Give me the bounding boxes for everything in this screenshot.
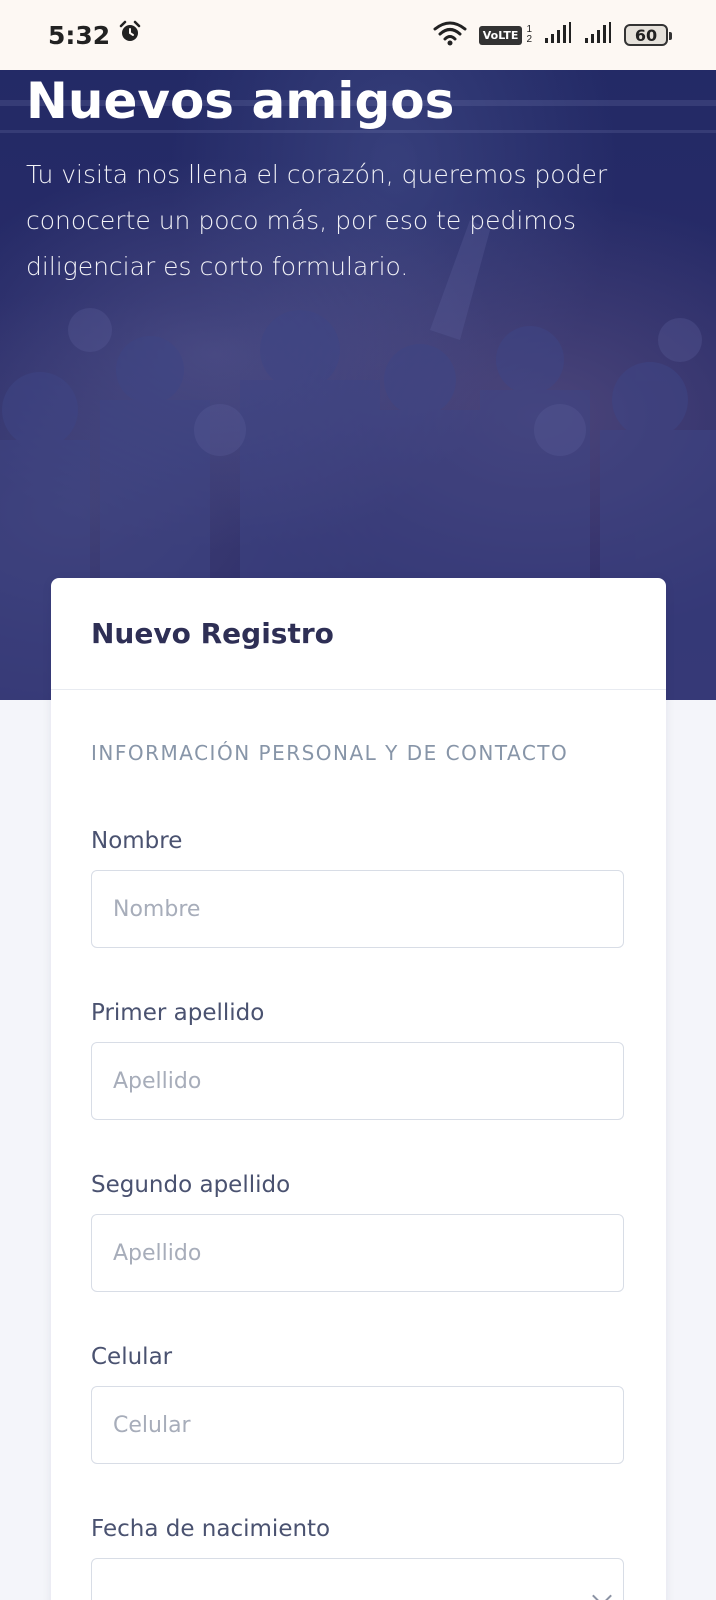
battery-icon: 60 [624,24,672,46]
first-surname-input[interactable] [91,1042,624,1120]
status-bar: 5:32 VoLTE 1 2 60 [0,0,716,70]
card-title: Nuevo Registro [91,617,334,650]
chevron-down-icon [592,1586,612,1600]
sim-indicator: 1 2 [526,25,532,45]
first-surname-label: Primer apellido [91,1000,265,1026]
registration-card: Nuevo Registro INFORMACIÓN PERSONAL Y DE… [51,578,666,1600]
mobile-label: Celular [91,1344,173,1370]
mobile-input[interactable] [91,1386,624,1464]
name-label: Nombre [91,828,183,854]
status-right: VoLTE 1 2 60 [433,20,672,51]
birthdate-label: Fecha de nacimiento [91,1516,331,1542]
status-time: 5:32 [48,20,111,50]
alarm-icon [118,20,142,50]
second-surname-label: Segundo apellido [91,1172,291,1198]
card-header: Nuevo Registro [51,578,666,690]
second-surname-input[interactable] [91,1214,624,1292]
battery-level: 60 [634,25,658,45]
signal-icon [544,21,572,50]
sim-2-label: 2 [526,34,532,45]
name-input[interactable] [91,870,624,948]
wifi-icon [433,20,467,51]
page-title: Nuevos amigos [26,72,455,130]
birthdate-select[interactable] [91,1558,624,1600]
section-title: INFORMACIÓN PERSONAL Y DE CONTACTO [91,741,569,765]
status-left: 5:32 [48,20,142,50]
hero-description: Tu visita nos llena el corazón, queremos… [26,160,608,281]
signal-icon [584,21,612,50]
volte-badge: VoLTE [478,25,523,45]
